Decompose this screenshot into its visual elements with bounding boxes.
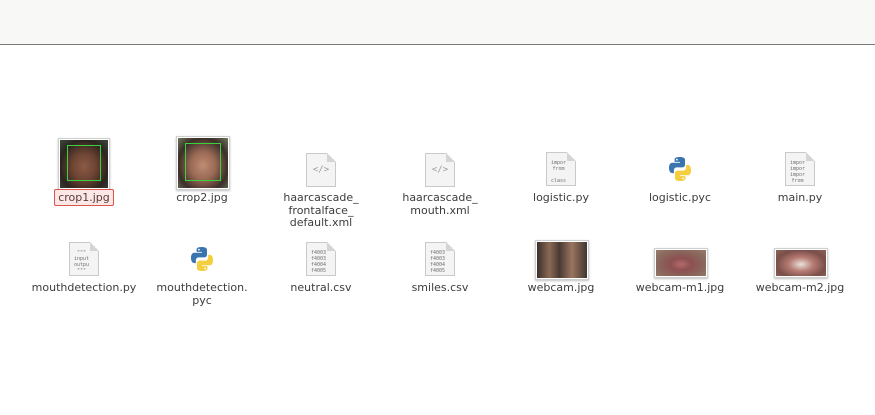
photo-thumbnail [654,248,708,278]
file-name: haarcascade_ frontalface_ default.xml [283,191,359,229]
file-grid: crop1.jpg crop2.jpg </> haarcascade_ fro… [0,0,875,415]
file-item-neutral-csv[interactable]: f4003 f4003 f4004 f4005 neutral.csv [265,240,377,300]
file-name: webcam-m1.jpg [635,281,725,294]
code-file-icon: </> [306,153,336,187]
file-item-haarcascade-frontalface[interactable]: </> haarcascade_ frontalface_ default.xm… [265,150,377,235]
file-name: webcam.jpg [527,281,595,294]
file-item-mouthdetection-py[interactable]: """ input outpu """ mouthdetection.py [28,240,140,300]
python-script-icon: """ input outpu """ [69,242,99,276]
file-name: webcam-m2.jpg [755,281,845,294]
python-logo-icon [669,157,691,181]
face-detection-box [67,145,101,181]
file-name: mouthdetection. pyc [156,281,248,307]
file-item-main-py[interactable]: impor impor impor from main.py [744,150,856,210]
code-file-icon: </> [425,153,455,187]
file-item-smiles-csv[interactable]: f4003 f4003 f4004 f4005 smiles.csv [384,240,496,300]
file-name: crop1.jpg [54,189,114,206]
photo-thumbnail [58,138,110,190]
file-name: neutral.csv [290,281,352,294]
photo-thumbnail [774,248,828,278]
file-item-crop1[interactable]: crop1.jpg [28,132,140,212]
file-item-haarcascade-mouth[interactable]: </> haarcascade_ mouth.xml [384,150,496,220]
file-name: main.py [777,191,823,204]
file-item-logistic-pyc[interactable]: logistic.pyc [624,150,736,210]
file-name: smiles.csv [411,281,469,294]
file-item-logistic-py[interactable]: impor from class logistic.py [505,150,617,210]
file-name: logistic.pyc [648,191,711,204]
python-script-icon: impor from class [546,152,576,186]
file-name: haarcascade_ mouth.xml [402,191,478,217]
file-item-webcam-m2[interactable]: webcam-m2.jpg [744,240,856,300]
python-script-icon: impor impor impor from [785,152,815,186]
photo-thumbnail [535,240,589,280]
file-name: logistic.py [533,191,589,204]
photo-thumbnail [176,136,230,190]
file-item-webcam-m1[interactable]: webcam-m1.jpg [624,240,736,300]
file-item-webcam[interactable]: webcam.jpg [505,240,617,300]
csv-file-icon: f4003 f4003 f4004 f4005 [306,242,336,276]
file-item-crop2[interactable]: crop2.jpg [146,132,258,212]
file-item-mouthdetection-pyc[interactable]: mouthdetection. pyc [146,240,258,315]
file-name: mouthdetection.py [31,281,137,294]
csv-file-icon: f4003 f4003 f4004 f4005 [425,242,455,276]
face-detection-box [185,143,221,181]
python-logo-icon [191,247,213,271]
file-name: crop2.jpg [176,191,228,204]
